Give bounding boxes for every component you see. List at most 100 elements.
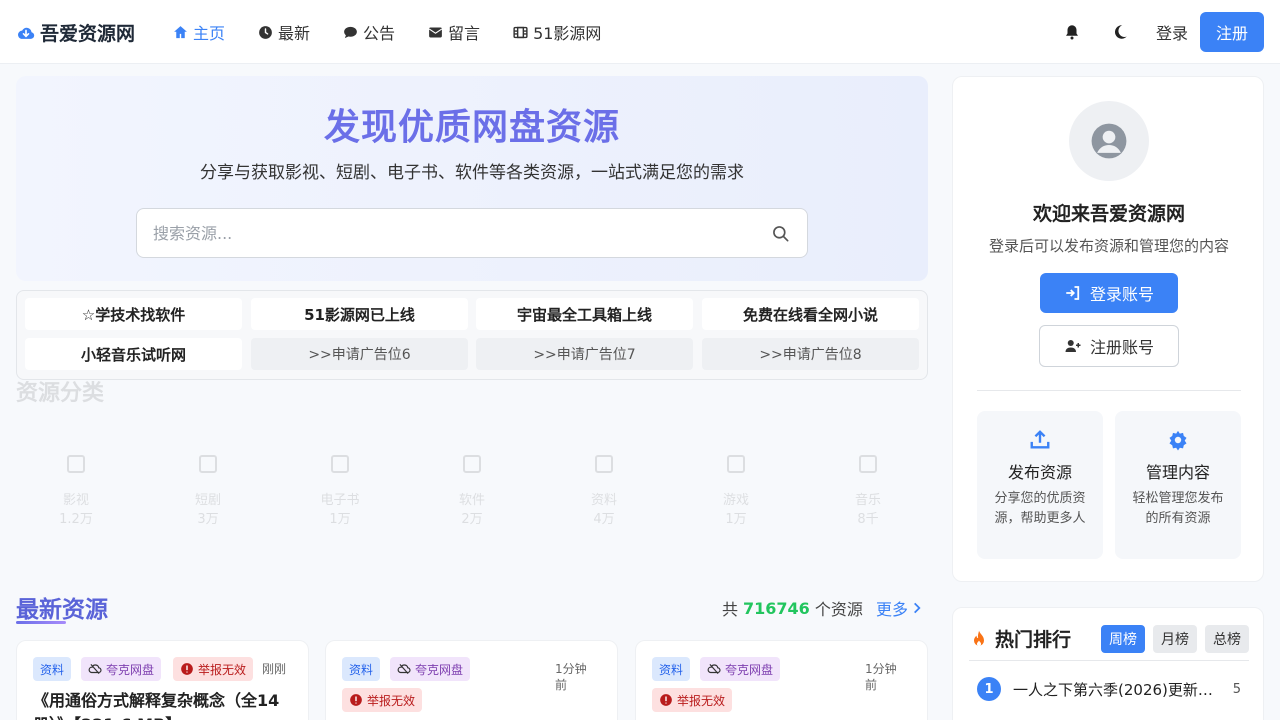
ad-slot-apply[interactable]: >>申请广告位7 bbox=[476, 338, 693, 370]
register-account-button[interactable]: 注册账号 bbox=[1039, 325, 1179, 367]
brand-logo[interactable]: 吾爱资源网 bbox=[16, 19, 135, 46]
alert-icon bbox=[181, 663, 193, 675]
film-icon bbox=[513, 26, 528, 38]
latest-title: 最新资源 bbox=[16, 597, 108, 623]
nav-item-message[interactable]: 留言 bbox=[427, 20, 480, 44]
cloud-icon bbox=[397, 663, 411, 675]
resource-card[interactable]: 资料 夸克网盘 1分钟前 举报无效 bbox=[635, 640, 928, 720]
register-button[interactable]: 注册 bbox=[1200, 12, 1264, 52]
ad-link[interactable]: 小轻音乐试听网 bbox=[25, 338, 242, 370]
ad-link[interactable]: 51影源网已上线 bbox=[251, 298, 468, 330]
login-account-button[interactable]: 登录账号 bbox=[1040, 273, 1178, 313]
envelope-icon bbox=[428, 27, 443, 37]
disk-tag: 夸克网盘 bbox=[700, 657, 781, 681]
cloud-icon bbox=[707, 663, 721, 675]
hero-subtitle: 分享与获取影视、短剧、电子书、软件等各类资源，一站式满足您的需求 bbox=[200, 163, 744, 183]
report-tag[interactable]: 举报无效 bbox=[342, 688, 423, 712]
top-navbar: 吾爱资源网 主页 最新 公告 留言 51影源网 登录 注册 bbox=[0, 0, 1280, 64]
ad-slot-apply[interactable]: >>申请广告位8 bbox=[702, 338, 919, 370]
clock-icon bbox=[259, 25, 272, 39]
search-icon[interactable] bbox=[771, 224, 791, 244]
tab-monthly[interactable]: 月榜 bbox=[1153, 625, 1197, 653]
category-item[interactable]: 电子书 1万 bbox=[290, 455, 390, 527]
search-input[interactable] bbox=[153, 209, 753, 257]
disk-label: 夸克网盘 bbox=[106, 662, 155, 677]
category-item[interactable]: 软件 2万 bbox=[422, 455, 522, 527]
ad-links-panel: ☆学技术找软件 51影源网已上线 宇宙最全工具箱上线 免费在线看全网小说 小轻音… bbox=[16, 290, 928, 380]
ad-slot-apply[interactable]: >>申请广告位6 bbox=[251, 338, 468, 370]
ad-link[interactable]: 免费在线看全网小说 bbox=[702, 298, 919, 330]
user-plus-icon bbox=[1065, 340, 1081, 352]
disk-tag: 夸克网盘 bbox=[390, 657, 471, 681]
brand-name: 吾爱资源网 bbox=[40, 23, 136, 45]
alert-icon bbox=[660, 694, 672, 706]
nav-item-51ying[interactable]: 51影源网 bbox=[512, 20, 601, 44]
rank-count: 5 bbox=[1232, 681, 1241, 697]
resource-title[interactable]: 《用通俗方式解释复杂概念（全14册）》【221.6 MB】 bbox=[33, 689, 295, 720]
category-icon bbox=[199, 455, 217, 473]
category-item[interactable]: 游戏 1万 bbox=[686, 455, 786, 527]
category-item[interactable]: 影视 1.2万 bbox=[26, 455, 126, 527]
nav-item-label: 最新 bbox=[278, 24, 311, 43]
nav-item-label: 公告 bbox=[363, 24, 396, 43]
category-icon bbox=[859, 455, 877, 473]
hero-title: 发现优质网盘资源 bbox=[323, 107, 620, 148]
disk-label: 夸克网盘 bbox=[725, 662, 774, 677]
more-link[interactable]: 更多 bbox=[876, 596, 924, 620]
category-item[interactable]: 短剧 3万 bbox=[158, 455, 258, 527]
hot-title-row: 热门排行 bbox=[969, 625, 1071, 652]
dark-mode-toggle[interactable] bbox=[1108, 20, 1132, 44]
category-count: 1.2万 bbox=[59, 512, 93, 527]
nav-item-latest[interactable]: 最新 bbox=[257, 20, 310, 44]
welcome-subtitle: 登录后可以发布资源和管理您的内容 bbox=[988, 237, 1229, 255]
report-label: 举报无效 bbox=[367, 693, 416, 708]
fire-icon bbox=[974, 630, 984, 646]
disk-label: 夸克网盘 bbox=[415, 662, 464, 677]
ad-link[interactable]: ☆学技术找软件 bbox=[25, 298, 242, 330]
login-link[interactable]: 登录 bbox=[1156, 20, 1188, 44]
feature-publish[interactable]: 发布资源 分享您的优质资源，帮助更多人 bbox=[977, 411, 1103, 559]
category-tag[interactable]: 资料 bbox=[33, 657, 72, 681]
nav-item-label: 主页 bbox=[193, 24, 226, 43]
category-count: 1万 bbox=[725, 512, 747, 527]
tab-weekly[interactable]: 周榜 bbox=[1101, 625, 1145, 653]
user-panel: 欢迎来吾爱资源网 登录后可以发布资源和管理您的内容 登录账号 注册账号 发布资源… bbox=[952, 76, 1264, 582]
report-tag[interactable]: 举报无效 bbox=[652, 688, 733, 712]
avatar bbox=[1069, 101, 1149, 181]
post-time: 刚刚 bbox=[262, 662, 287, 676]
notification-button[interactable] bbox=[1060, 20, 1084, 44]
user-circle-icon bbox=[1091, 123, 1127, 159]
ranking-item[interactable]: 1 一人之下第六季(2026)更新… 5 bbox=[977, 677, 1241, 701]
divider bbox=[977, 390, 1241, 391]
home-icon bbox=[174, 25, 187, 38]
post-time: 1分钟前 bbox=[555, 662, 587, 692]
nav-item-home[interactable]: 主页 bbox=[172, 20, 225, 44]
report-label: 举报无效 bbox=[198, 662, 247, 677]
hero-banner: 发现优质网盘资源 分享与获取影视、短剧、电子书、软件等各类资源，一站式满足您的需… bbox=[16, 76, 928, 281]
disk-tag: 夸克网盘 bbox=[81, 657, 162, 681]
category-icon bbox=[463, 455, 481, 473]
category-tag[interactable]: 资料 bbox=[342, 657, 381, 681]
resource-card[interactable]: 资料 夸克网盘 举报无效 刚刚 《用通俗方式解释复杂概念（全14册）》【221.… bbox=[16, 640, 309, 720]
tab-all-time[interactable]: 总榜 bbox=[1205, 625, 1249, 653]
feature-manage[interactable]: 管理内容 轻松管理您发布的所有资源 bbox=[1115, 411, 1241, 559]
category-tag[interactable]: 资料 bbox=[652, 657, 691, 681]
nav-item-announcement[interactable]: 公告 bbox=[342, 20, 395, 44]
category-count: 1万 bbox=[329, 512, 351, 527]
ad-link[interactable]: 宇宙最全工具箱上线 bbox=[476, 298, 693, 330]
report-tag[interactable]: 举报无效 bbox=[173, 657, 254, 681]
category-icon bbox=[331, 455, 349, 473]
hot-ranking-panel: 热门排行 周榜 月榜 总榜 1 一人之下第六季(2026)更新… 5 bbox=[952, 607, 1264, 720]
resource-card[interactable]: 资料 夸克网盘 1分钟前 举报无效 bbox=[325, 640, 618, 720]
category-item[interactable]: 音乐 8千 bbox=[818, 455, 918, 527]
post-time: 1分钟前 bbox=[865, 662, 897, 692]
nav-item-label: 51影源网 bbox=[533, 24, 602, 43]
category-count: 4万 bbox=[593, 512, 615, 527]
gear-icon bbox=[1169, 430, 1187, 451]
search-box bbox=[136, 208, 808, 258]
cloud-icon bbox=[88, 663, 102, 675]
upload-icon bbox=[1030, 430, 1050, 449]
category-section: 资源分类 影视 1.2万 短剧 3万 电子书 1万 软件 2万 资料 4万 游戏 1万 音乐… bbox=[16, 375, 928, 545]
category-item[interactable]: 资料 4万 bbox=[554, 455, 654, 527]
welcome-title: 欢迎来吾爱资源网 bbox=[1032, 203, 1185, 225]
